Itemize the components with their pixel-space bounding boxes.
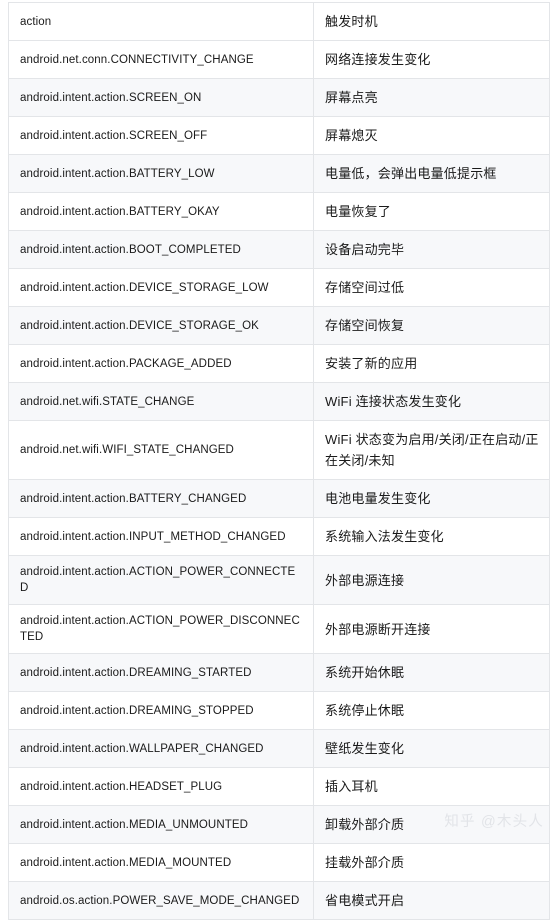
table-row: android.intent.action.MEDIA_MOUNTED 挂载外部介… (8, 843, 550, 882)
table-row: android.intent.action.INPUT_METHOD_CHANG… (8, 517, 550, 556)
cell-trigger-description: WiFi 状态变为启用/关闭/正在启动/正在关闭/未知 (313, 420, 550, 480)
table-row: android.intent.action.PACKAGE_ADDED 安装了新的… (8, 344, 550, 383)
cell-action-name: android.intent.action.INPUT_METHOD_CHANG… (8, 517, 314, 556)
cell-action-name: android.intent.action.DREAMING_STARTED (8, 653, 314, 692)
table-row: android.intent.action.HEADSET_PLUG 插入耳机 (8, 767, 550, 806)
cell-trigger-description: 卸载外部介质 (313, 805, 550, 844)
cell-trigger-description: 电量恢复了 (313, 192, 550, 231)
action-table-container: action 触发时机 android.net.conn.CONNECTIVITY_… (8, 2, 550, 920)
cell-trigger-description: 屏幕熄灭 (313, 116, 550, 155)
cell-trigger-description: 外部电源连接 (313, 555, 550, 605)
cell-action-name: android.intent.action.HEADSET_PLUG (8, 767, 314, 806)
cell-action-name: android.intent.action.BOOT_COMPLETED (8, 230, 314, 269)
table-row: android.intent.action.ACTION_POWER_CONNE… (8, 555, 550, 605)
table-row: android.os.action.POWER_SAVE_MODE_CHANGE… (8, 881, 550, 920)
cell-trigger-description: 设备启动完毕 (313, 230, 550, 269)
table-row: android.intent.action.SCREEN_ON 屏幕点亮 (8, 78, 550, 117)
cell-action-name: android.intent.action.DEVICE_STORAGE_LOW (8, 268, 314, 307)
cell-action-name: android.net.conn.CONNECTIVITY_CHANGE (8, 40, 314, 79)
table-row: android.net.wifi.STATE_CHANGE WiFi 连接状态发生… (8, 382, 550, 421)
cell-action-name: android.intent.action.PACKAGE_ADDED (8, 344, 314, 383)
cell-action-name: android.intent.action.DEVICE_STORAGE_OK (8, 306, 314, 345)
cell-action-name: android.intent.action.ACTION_POWER_CONNE… (8, 555, 314, 605)
cell-trigger-description: 存储空间过低 (313, 268, 550, 307)
cell-action-name: android.intent.action.DREAMING_STOPPED (8, 691, 314, 730)
cell-trigger-description: 屏幕点亮 (313, 78, 550, 117)
table-row: android.intent.action.WALLPAPER_CHANGED 壁… (8, 729, 550, 768)
cell-trigger-description: 挂载外部介质 (313, 843, 550, 882)
cell-action-name: android.intent.action.BATTERY_OKAY (8, 192, 314, 231)
cell-trigger-description: WiFi 连接状态发生变化 (313, 382, 550, 421)
header-cell-action: action (8, 2, 314, 41)
cell-action-name: android.intent.action.BATTERY_CHANGED (8, 479, 314, 518)
cell-action-name: android.intent.action.BATTERY_LOW (8, 154, 314, 193)
table-header-row: action 触发时机 (8, 2, 550, 41)
cell-trigger-description: 系统开始休眠 (313, 653, 550, 692)
cell-action-name: android.intent.action.WALLPAPER_CHANGED (8, 729, 314, 768)
table-row: android.intent.action.BOOT_COMPLETED 设备启动… (8, 230, 550, 269)
table-row: android.net.conn.CONNECTIVITY_CHANGE 网络连接… (8, 40, 550, 79)
cell-trigger-description: 插入耳机 (313, 767, 550, 806)
cell-trigger-description: 安装了新的应用 (313, 344, 550, 383)
cell-trigger-description: 外部电源断开连接 (313, 604, 550, 654)
table-row: android.intent.action.DEVICE_STORAGE_OK 存… (8, 306, 550, 345)
cell-trigger-description: 系统输入法发生变化 (313, 517, 550, 556)
table-row: android.intent.action.BATTERY_LOW 电量低，会弹出… (8, 154, 550, 193)
cell-action-name: android.intent.action.MEDIA_UNMOUNTED (8, 805, 314, 844)
table-row: android.intent.action.BATTERY_CHANGED 电池电… (8, 479, 550, 518)
cell-trigger-description: 存储空间恢复 (313, 306, 550, 345)
table-row: android.intent.action.ACTION_POWER_DISCO… (8, 604, 550, 654)
cell-action-name: android.net.wifi.STATE_CHANGE (8, 382, 314, 421)
cell-action-name: android.os.action.POWER_SAVE_MODE_CHANGE… (8, 881, 314, 920)
cell-action-name: android.intent.action.MEDIA_MOUNTED (8, 843, 314, 882)
cell-action-name: android.intent.action.ACTION_POWER_DISCO… (8, 604, 314, 654)
cell-action-name: android.net.wifi.WIFI_STATE_CHANGED (8, 420, 314, 480)
cell-trigger-description: 系统停止休眠 (313, 691, 550, 730)
cell-action-name: android.intent.action.SCREEN_OFF (8, 116, 314, 155)
table-row: android.intent.action.DREAMING_STARTED 系统… (8, 653, 550, 692)
table-row: android.intent.action.SCREEN_OFF 屏幕熄灭 (8, 116, 550, 155)
cell-trigger-description: 电池电量发生变化 (313, 479, 550, 518)
broadcast-action-table: action 触发时机 android.net.conn.CONNECTIVITY_… (8, 2, 550, 920)
table-row: android.net.wifi.WIFI_STATE_CHANGED WiFi … (8, 420, 550, 480)
table-row: android.intent.action.DEVICE_STORAGE_LOW… (8, 268, 550, 307)
cell-action-name: android.intent.action.SCREEN_ON (8, 78, 314, 117)
cell-trigger-description: 网络连接发生变化 (313, 40, 550, 79)
table-row: android.intent.action.MEDIA_UNMOUNTED 卸载外… (8, 805, 550, 844)
table-row: android.intent.action.BATTERY_OKAY 电量恢复了 (8, 192, 550, 231)
header-cell-trigger: 触发时机 (313, 2, 550, 41)
cell-trigger-description: 电量低，会弹出电量低提示框 (313, 154, 550, 193)
table-body: action 触发时机 android.net.conn.CONNECTIVITY_… (8, 2, 550, 920)
cell-trigger-description: 省电模式开启 (313, 881, 550, 920)
table-row: android.intent.action.DREAMING_STOPPED 系统… (8, 691, 550, 730)
cell-trigger-description: 壁纸发生变化 (313, 729, 550, 768)
